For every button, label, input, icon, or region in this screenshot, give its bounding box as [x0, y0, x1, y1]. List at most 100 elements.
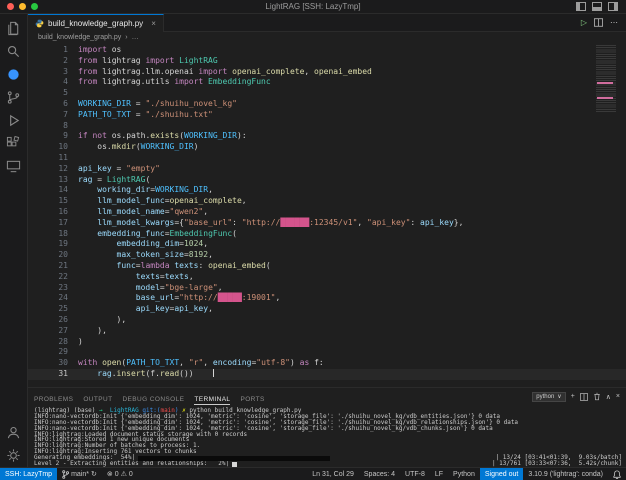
- line-number[interactable]: 10: [28, 142, 74, 153]
- extensions-icon[interactable]: [1, 132, 27, 155]
- line-number[interactable]: 23: [28, 283, 74, 294]
- tab-build-knowledge-graph[interactable]: build_knowledge_graph.py ×: [28, 14, 164, 32]
- problems-status[interactable]: ⊗ 0 ⚠ 0: [102, 468, 138, 480]
- line-number[interactable]: 11: [28, 153, 74, 164]
- split-terminal-icon[interactable]: [580, 393, 588, 401]
- minimize-window-button[interactable]: [19, 3, 26, 10]
- error-count: 0: [115, 471, 119, 478]
- panel-tab-output[interactable]: OUTPUT: [83, 394, 112, 404]
- line-number[interactable]: 19: [28, 239, 74, 250]
- panel-tab-debug-console[interactable]: DEBUG CONSOLE: [122, 394, 184, 404]
- panel-tab-terminal[interactable]: TERMINAL: [194, 394, 230, 405]
- source-control-icon[interactable]: [1, 86, 27, 109]
- line-number[interactable]: 7: [28, 110, 74, 121]
- branch-status[interactable]: main* ↻: [57, 468, 102, 480]
- account-signed-out-badge[interactable]: Signed out: [480, 468, 523, 480]
- close-window-button[interactable]: [7, 3, 14, 10]
- line-number[interactable]: 2: [28, 56, 74, 67]
- line-number[interactable]: 4: [28, 77, 74, 88]
- line-number[interactable]: 22: [28, 272, 74, 283]
- code-line: 15 llm_model_func=openai_complete,: [28, 196, 626, 207]
- code-text: func=lambda texts: openai_embed(: [78, 261, 271, 272]
- eol-sequence[interactable]: LF: [430, 468, 448, 480]
- settings-gear-icon[interactable]: [1, 444, 27, 467]
- line-number[interactable]: 29: [28, 347, 74, 358]
- line-number[interactable]: 17: [28, 218, 74, 229]
- code-line: 5: [28, 88, 626, 99]
- line-number[interactable]: 25: [28, 304, 74, 315]
- panel-tab-ports[interactable]: PORTS: [240, 394, 264, 404]
- line-number[interactable]: 15: [28, 196, 74, 207]
- line-number[interactable]: 5: [28, 88, 74, 99]
- close-panel-icon[interactable]: ×: [616, 393, 620, 400]
- notifications-bell[interactable]: [608, 468, 626, 480]
- line-number[interactable]: 18: [28, 229, 74, 240]
- chevron-down-icon: ∨: [557, 393, 561, 400]
- minimap[interactable]: [596, 45, 620, 185]
- python-file-icon: [35, 19, 44, 28]
- line-number[interactable]: 21: [28, 261, 74, 272]
- cursor-position[interactable]: Ln 31, Col 29: [307, 468, 359, 480]
- python-interpreter[interactable]: 3.10.9 ('lightrag': conda): [523, 468, 608, 480]
- terminal[interactable]: (lightrag) (base) → LightRAG git:(main) …: [28, 406, 626, 467]
- account-icon[interactable]: [1, 421, 27, 444]
- line-number[interactable]: 27: [28, 326, 74, 337]
- line-number[interactable]: 6: [28, 99, 74, 110]
- toggle-panel-icon[interactable]: [592, 2, 602, 11]
- text-cursor: [213, 369, 214, 377]
- line-number[interactable]: 16: [28, 207, 74, 218]
- code-line: 16 llm_model_name="qwen2",: [28, 207, 626, 218]
- line-number[interactable]: 20: [28, 250, 74, 261]
- git-branch-icon: [62, 470, 69, 479]
- code-text: ): [78, 337, 83, 348]
- indentation[interactable]: Spaces: 4: [359, 468, 400, 480]
- line-number[interactable]: 9: [28, 131, 74, 142]
- code-text: api_key=api_key,: [78, 304, 213, 315]
- line-number[interactable]: 13: [28, 175, 74, 186]
- remote-indicator[interactable]: SSH: LazyTmp: [0, 468, 57, 480]
- remote-explorer-icon[interactable]: [1, 155, 27, 178]
- bottom-panel: PROBLEMS OUTPUT DEBUG CONSOLE TERMINAL PORTS…: [28, 387, 626, 467]
- explorer-icon[interactable]: [1, 17, 27, 40]
- code-line: 19 embedding_dim=1024,: [28, 239, 626, 250]
- maximize-panel-icon[interactable]: ∧: [606, 393, 611, 401]
- panel-tab-problems[interactable]: PROBLEMS: [34, 394, 73, 404]
- language-mode[interactable]: Python: [448, 468, 480, 480]
- tab-label: build_knowledge_graph.py: [48, 19, 143, 28]
- line-number[interactable]: 24: [28, 293, 74, 304]
- code-text: from lightrag.utils import EmbeddingFunc: [78, 77, 271, 88]
- split-editor-icon[interactable]: [594, 18, 603, 27]
- line-number[interactable]: 1: [28, 45, 74, 56]
- breadcrumb[interactable]: build_knowledge_graph.py › …: [28, 32, 626, 43]
- line-number[interactable]: 14: [28, 185, 74, 196]
- new-terminal-icon[interactable]: +: [571, 393, 575, 400]
- code-text: texts=texts,: [78, 272, 194, 283]
- line-number[interactable]: 8: [28, 121, 74, 132]
- progress-bar: [232, 462, 489, 467]
- line-number[interactable]: 31: [28, 369, 74, 380]
- chat-extension-icon[interactable]: [1, 63, 27, 86]
- toggle-secondary-sidebar-icon[interactable]: [608, 2, 618, 11]
- code-text: ),: [78, 315, 126, 326]
- tab-close-icon[interactable]: ×: [151, 19, 156, 28]
- search-icon[interactable]: [1, 40, 27, 63]
- line-number[interactable]: 26: [28, 315, 74, 326]
- kill-terminal-trash-icon[interactable]: [593, 392, 601, 401]
- minimap-redaction-mark: [597, 82, 613, 84]
- code-text: from lightrag import LightRAG: [78, 56, 218, 67]
- terminal-picker[interactable]: python ∨: [532, 392, 565, 402]
- run-python-file-button[interactable]: ▷: [581, 18, 587, 27]
- warning-count: 0: [129, 471, 133, 478]
- line-number[interactable]: 12: [28, 164, 74, 175]
- code-editor[interactable]: 1import os2from lightrag import LightRAG…: [28, 43, 626, 387]
- toggle-sidebar-icon[interactable]: [576, 2, 586, 11]
- zoom-window-button[interactable]: [31, 3, 38, 10]
- breadcrumb-file[interactable]: build_knowledge_graph.py: [38, 34, 121, 41]
- line-number[interactable]: 3: [28, 67, 74, 78]
- run-debug-icon[interactable]: [1, 109, 27, 132]
- line-number[interactable]: 30: [28, 358, 74, 369]
- line-number[interactable]: 28: [28, 337, 74, 348]
- encoding[interactable]: UTF-8: [400, 468, 430, 480]
- breadcrumb-symbol[interactable]: …: [132, 34, 139, 41]
- more-actions-icon[interactable]: ⋯: [610, 18, 618, 27]
